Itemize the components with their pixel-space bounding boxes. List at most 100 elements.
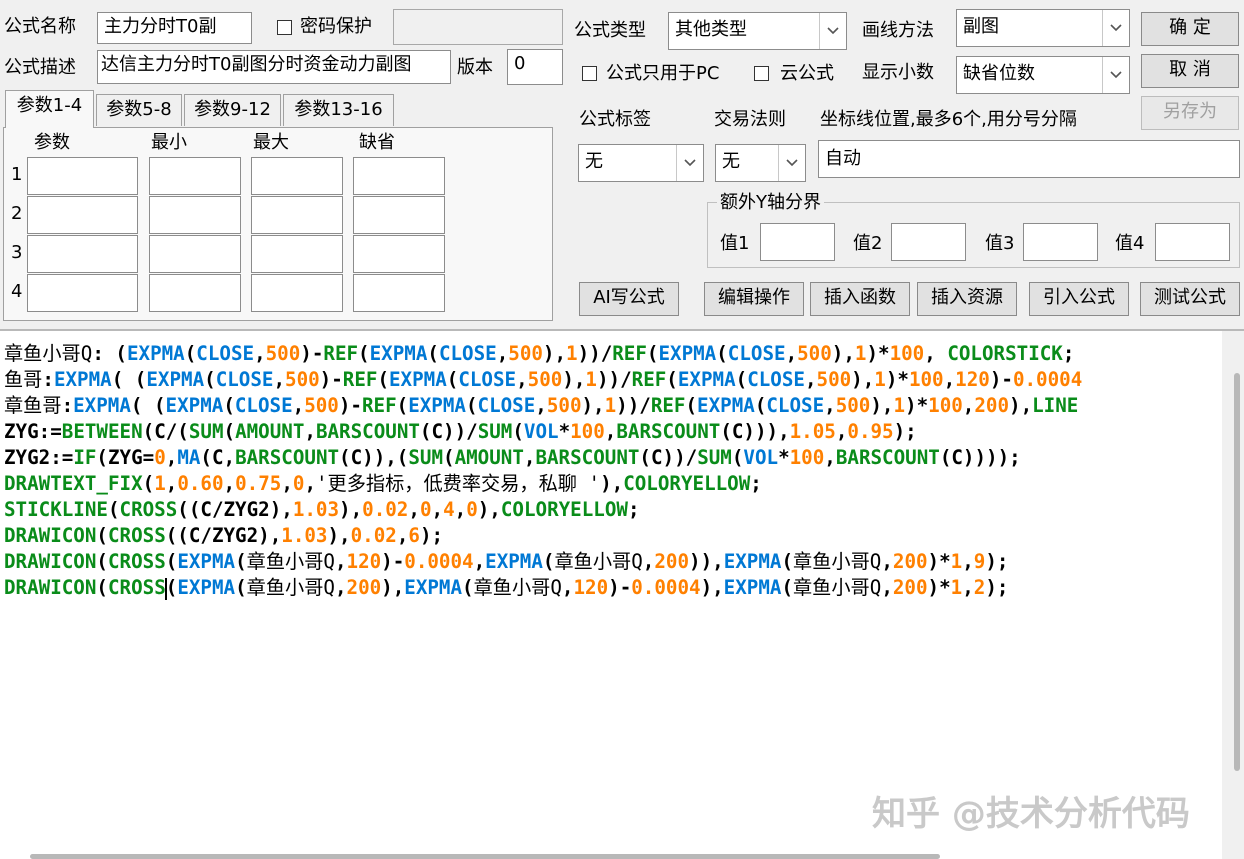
param-min-input[interactable]: [149, 157, 241, 195]
code-token: BARSCOUNT: [235, 446, 340, 469]
formula-desc-label: 公式描述: [4, 57, 76, 78]
code-token: CLOSE: [766, 394, 825, 417]
code-token: EXPMA: [126, 342, 185, 365]
code-token: ,: [962, 394, 975, 417]
code-token: ,: [223, 472, 236, 495]
draw-method-select[interactable]: 副图: [956, 9, 1130, 47]
code-token: ,: [835, 420, 848, 443]
code-line: ZYG:=BETWEEN(C/(SUM(AMOUNT,BARSCOUNT(C))…: [4, 419, 1082, 445]
code-token: (: [96, 524, 108, 547]
code-token: ),: [581, 394, 605, 417]
code-token: (: [235, 550, 247, 573]
code-token: (: [781, 576, 793, 599]
decimals-label: 显示小数: [862, 62, 934, 83]
code-token: )-: [608, 576, 632, 599]
version-input[interactable]: 0: [507, 49, 563, 85]
extra-y-v3-input[interactable]: [1023, 223, 1098, 261]
formula-tag-label: 公式标签: [579, 109, 651, 130]
formula-editor[interactable]: 章鱼小哥Q: (EXPMA(CLOSE,500)-REF(EXPMA(CLOSE…: [0, 329, 1244, 859]
code-token: (: [96, 550, 108, 573]
param-name-input[interactable]: [27, 274, 138, 312]
ai-write-formula-button[interactable]: AI写公式: [579, 282, 679, 316]
param-default-input[interactable]: [353, 274, 445, 312]
param-max-input[interactable]: [251, 235, 343, 273]
code-token: 0.0004: [404, 550, 474, 573]
param-min-input[interactable]: [149, 274, 241, 312]
code-token: ,: [431, 498, 444, 521]
extra-y-v2-input[interactable]: [891, 223, 966, 261]
code-token: (: [462, 576, 474, 599]
extra-y-v4-input[interactable]: [1155, 223, 1230, 261]
insert-resource-button[interactable]: 插入资源: [917, 282, 1017, 316]
code-token: 500: [508, 342, 543, 365]
axis-pos-input[interactable]: 自动: [818, 140, 1240, 178]
formula-type-select[interactable]: 其他类型: [668, 12, 847, 50]
code-token: (: [465, 394, 478, 417]
insert-function-button[interactable]: 插入函数: [810, 282, 910, 316]
code-token: LINE: [1032, 394, 1079, 417]
import-formula-button[interactable]: 引入公式: [1029, 282, 1129, 316]
cancel-button[interactable]: 取 消: [1141, 54, 1239, 88]
param-max-input[interactable]: [251, 274, 343, 312]
code-token: EXPMA: [658, 342, 717, 365]
param-max-input[interactable]: [251, 196, 343, 234]
code-token: ,: [535, 394, 547, 417]
extra-y-v1-input[interactable]: [760, 223, 835, 261]
trade-rule-select[interactable]: 无: [715, 144, 806, 182]
formula-desc-input[interactable]: 达信主力分时T0副图分时资金动力副图: [97, 50, 451, 84]
pc-only-checkbox[interactable]: [582, 66, 597, 81]
save-as-button[interactable]: 另存为: [1141, 96, 1239, 130]
code-line: 章鱼哥:EXPMA( (EXPMA(CLOSE,500)-REF(EXPMA(C…: [4, 393, 1082, 419]
decimals-select[interactable]: 缺省位数: [956, 56, 1130, 94]
param-name-input[interactable]: [27, 157, 138, 195]
code-token: SUM: [697, 446, 732, 469]
code-token: 1: [604, 394, 617, 417]
tab-params-13-16[interactable]: 参数13-16: [283, 94, 394, 126]
tab-params-5-8[interactable]: 参数5-8: [96, 94, 182, 126]
param-default-input[interactable]: [353, 157, 445, 195]
param-name-input[interactable]: [27, 235, 138, 273]
code-token: CROSS: [107, 550, 166, 573]
cloud-checkbox[interactable]: [754, 66, 769, 81]
tab-params-1-4[interactable]: 参数1-4: [5, 90, 94, 128]
test-formula-button[interactable]: 测试公式: [1140, 282, 1240, 316]
param-max-input[interactable]: [251, 157, 343, 195]
code-token: COLORYELLOW: [623, 472, 751, 495]
code-token: ,: [523, 446, 536, 469]
password-input[interactable]: [393, 9, 563, 45]
code-token: ,: [824, 446, 836, 469]
param-default-input[interactable]: [353, 235, 445, 273]
code-token: (: [542, 550, 555, 573]
code-token: 章鱼小哥Q: [246, 576, 335, 599]
code-token: (: [223, 394, 235, 417]
code-token: ( (: [111, 368, 147, 391]
code-token: ,: [516, 368, 528, 391]
code-token: ))/: [577, 342, 613, 365]
code-token: ),: [831, 342, 855, 365]
code-token: ,: [304, 420, 316, 443]
password-checkbox[interactable]: [277, 20, 292, 35]
param-name-input[interactable]: [27, 196, 138, 234]
tab-params-9-12[interactable]: 参数9-12: [184, 94, 281, 126]
param-min-input[interactable]: [149, 196, 241, 234]
formula-name-input[interactable]: 主力分时T0副: [97, 12, 252, 44]
code-token: 6: [408, 524, 420, 547]
code-token: (: [184, 342, 197, 365]
code-token: :: [42, 368, 54, 391]
vertical-scrollbar-thumb[interactable]: [1234, 373, 1240, 771]
code-token: CLOSE: [196, 342, 255, 365]
code-token: EXPMA: [723, 550, 782, 573]
code-token: 1: [950, 550, 963, 573]
ok-button[interactable]: 确 定: [1141, 12, 1239, 46]
edit-operation-button[interactable]: 编辑操作: [704, 282, 804, 316]
code-token: (: [223, 420, 236, 443]
code-token: ,: [962, 550, 974, 573]
code-token: (: [165, 550, 178, 573]
param-min-input[interactable]: [149, 235, 241, 273]
formula-tag-select[interactable]: 无: [578, 144, 704, 182]
code-token: STICKLINE: [4, 498, 108, 521]
code-token: EXPMA: [723, 576, 782, 599]
vertical-scrollbar[interactable]: [1222, 331, 1244, 859]
cloud-label: 云公式: [780, 63, 834, 84]
param-default-input[interactable]: [353, 196, 445, 234]
